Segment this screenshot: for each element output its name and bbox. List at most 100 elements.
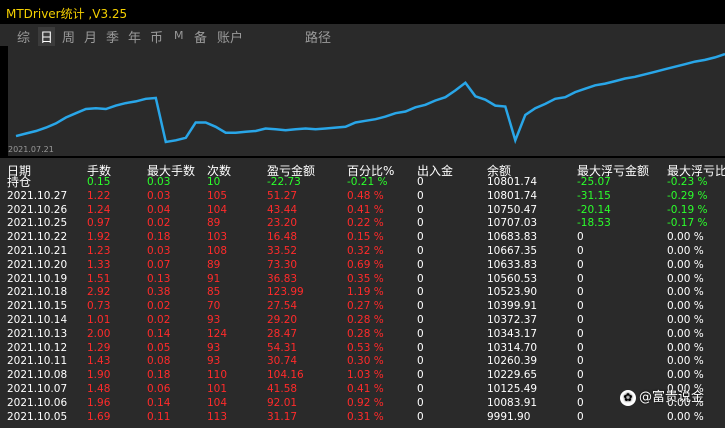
table-row: 2021.10.13 2.00 0.14 124 28.47 0.28 % 0 10343.1…	[0, 328, 725, 341]
row-max-dd: 0	[577, 369, 584, 382]
tab-quarterly[interactable]: 季	[106, 27, 119, 46]
row-cash: 0	[417, 231, 424, 244]
tab-bar: 综 日 周 月 季 年 币 M 备 账户 路径	[0, 24, 725, 46]
row-balance: 10083.91	[487, 396, 538, 409]
row-pnl: 33.52	[267, 245, 298, 257]
row-pct: 1.19 %	[347, 286, 384, 299]
row-pct: 0.30 %	[347, 355, 384, 368]
equity-chart	[8, 46, 725, 156]
row-max-dd: 0	[577, 383, 584, 395]
row-cash: 0	[417, 396, 424, 409]
row-lots: 1.69	[87, 410, 111, 423]
table-row: 2021.10.21 1.23 0.03 108 33.52 0.32 % 0 10667.3…	[0, 245, 725, 258]
paw-icon: ✿	[620, 390, 636, 406]
row-date: 2021.10.20	[7, 258, 68, 271]
row-pct: 0.28 %	[347, 327, 384, 340]
row-max-dd-pct: 0.00 %	[667, 410, 704, 423]
table-row: 2021.10.27 1.22 0.03 105 51.27 0.48 % 0 10801.7…	[0, 190, 725, 203]
tab-path[interactable]: 路径	[305, 27, 331, 46]
row-date: 2021.10.27	[7, 189, 68, 202]
row-max-dd: 0	[577, 300, 584, 313]
table-row: 2021.10.15 0.73 0.02 70 27.54 0.27 % 0 10399.91…	[0, 300, 725, 313]
row-max-dd-pct: 0.00 %	[667, 300, 704, 313]
row-lots: 0.73	[87, 300, 111, 313]
row-max-lots: 0.14	[147, 396, 171, 409]
row-max-dd: 0	[577, 258, 584, 271]
row-cash: 0	[417, 176, 424, 188]
row-cash: 0	[417, 341, 424, 354]
row-count: 113	[207, 410, 228, 423]
row-count: 93	[207, 341, 221, 354]
row-max-dd: 0	[577, 396, 584, 409]
row-balance: 10314.70	[487, 341, 538, 354]
row-lots: 0.15	[87, 176, 111, 188]
row-cash: 0	[417, 272, 424, 285]
row-pnl: 73.30	[267, 258, 298, 271]
tab-account[interactable]: 账户	[217, 27, 243, 46]
row-cash: 0	[417, 300, 424, 313]
row-pct: 0.41 %	[347, 203, 384, 216]
row-cash: 0	[417, 369, 424, 382]
row-count: 110	[207, 369, 228, 382]
row-cash: 0	[417, 410, 424, 423]
row-date: 2021.10.08	[7, 369, 68, 382]
row-balance: 10372.37	[487, 314, 538, 326]
row-lots: 1.01	[87, 314, 111, 326]
row-max-dd: -18.53	[577, 217, 611, 230]
row-max-dd-pct: 0.00 %	[667, 327, 704, 340]
row-pnl: 104.16	[267, 369, 304, 382]
tab-monthly[interactable]: 月	[84, 27, 97, 46]
row-max-dd: -31.15	[577, 189, 611, 202]
row-count: 93	[207, 355, 221, 368]
tab-daily[interactable]: 日	[38, 27, 56, 46]
row-pct: 0.69 %	[347, 258, 384, 271]
row-max-lots: 0.06	[147, 383, 171, 395]
row-cash: 0	[417, 245, 424, 257]
row-pnl: 123.99	[267, 286, 304, 299]
row-cash: 0	[417, 327, 424, 340]
row-max-lots: 0.07	[147, 258, 171, 271]
table-row: 2021.10.12 1.29 0.05 93 54.31 0.53 % 0 10314.70…	[0, 342, 725, 355]
row-max-dd: -25.07	[577, 176, 611, 188]
row-max-dd: 0	[577, 314, 584, 326]
row-lots: 2.92	[87, 286, 111, 299]
tab-magic[interactable]: M	[174, 29, 184, 42]
row-max-dd-pct: 0.00 %	[667, 231, 704, 244]
row-count: 101	[207, 383, 228, 395]
row-balance: 10523.90	[487, 286, 538, 299]
row-lots: 1.51	[87, 272, 111, 285]
row-balance: 10750.47	[487, 203, 538, 216]
row-max-dd: -20.14	[577, 203, 611, 216]
row-max-lots: 0.18	[147, 369, 171, 382]
tab-yearly[interactable]: 年	[128, 27, 141, 46]
table-row: 2021.10.18 2.92 0.38 85 123.99 1.19 % 0 10523.9…	[0, 286, 725, 299]
row-count: 108	[207, 245, 228, 257]
tab-weekly[interactable]: 周	[62, 27, 75, 46]
row-date: 2021.10.15	[7, 300, 68, 313]
row-date: 2021.10.06	[7, 396, 68, 409]
row-date: 2021.10.21	[7, 245, 68, 257]
row-lots: 1.24	[87, 203, 111, 216]
tab-currency[interactable]: 币	[150, 27, 163, 46]
watermark-text: @富贵说金	[639, 390, 705, 405]
row-max-lots: 0.02	[147, 300, 171, 313]
row-balance: 10399.91	[487, 300, 538, 313]
row-pnl: 27.54	[267, 300, 298, 313]
row-max-dd-pct: 0.00 %	[667, 314, 704, 326]
table-row: 2021.10.05 1.69 0.11 113 31.17 0.31 % 0 9991.90…	[0, 411, 725, 424]
row-lots: 1.92	[87, 231, 111, 244]
row-max-dd: 0	[577, 245, 584, 257]
row-date: 2021.10.19	[7, 272, 68, 285]
row-max-dd: 0	[577, 286, 584, 299]
row-pnl: 43.44	[267, 203, 298, 216]
row-date: 2021.10.26	[7, 203, 68, 216]
row-pct: 0.22 %	[347, 217, 384, 230]
tab-notes[interactable]: 备	[194, 27, 207, 46]
row-pct: 0.31 %	[347, 410, 384, 423]
tab-summary[interactable]: 综	[17, 27, 30, 46]
row-balance: 10260.39	[487, 355, 538, 368]
row-pct: 0.53 %	[347, 341, 384, 354]
row-pnl: 92.01	[267, 396, 298, 409]
row-pnl: 36.83	[267, 272, 298, 285]
row-count: 124	[207, 327, 228, 340]
